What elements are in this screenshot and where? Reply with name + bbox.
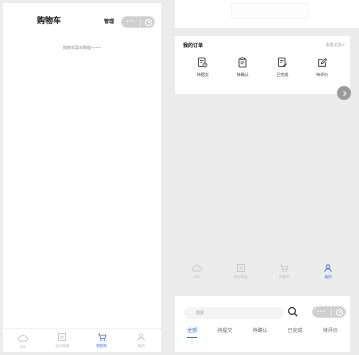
close-miniprogram-icon[interactable]	[145, 18, 152, 26]
search-placeholder: 搜索	[196, 310, 204, 315]
order-status-pending-submit[interactable]: 待提交	[188, 57, 218, 78]
more-menu-button[interactable]: •••	[124, 17, 136, 27]
user-icon	[324, 263, 332, 272]
design-icon	[236, 263, 245, 272]
pending-submit-icon	[198, 57, 208, 68]
orders-title: 我的订单	[183, 43, 204, 49]
tab-label: 购物车	[96, 344, 108, 348]
my-orders-card: 我的订单 查看全部> 待提交 待确认 已完成 待评价	[175, 36, 350, 94]
more-menu-button[interactable]: •••	[315, 307, 327, 317]
clipboard-icon	[238, 57, 247, 68]
tab-completed[interactable]: 已完成	[288, 327, 303, 338]
order-status-to-review[interactable]: 待评价	[307, 57, 337, 78]
search-icon[interactable]	[287, 306, 299, 318]
close-miniprogram-icon[interactable]	[336, 308, 343, 316]
review-edit-icon	[317, 58, 327, 67]
tab-label: 设计商品	[55, 344, 70, 348]
top-panel	[175, 0, 359, 28]
cart-icon	[97, 333, 106, 341]
tab-label: 购物车	[279, 274, 290, 279]
tab-all[interactable]: 全部	[187, 327, 198, 338]
order-status-label: 待评价	[316, 72, 329, 77]
order-status-label: 待确认	[236, 72, 249, 77]
tab-design[interactable]: 设计商品	[47, 332, 77, 349]
tab-mine[interactable]: 我的	[126, 332, 156, 349]
tab-design[interactable]: 设计商品	[226, 263, 256, 280]
floating-arrow-button[interactable]	[337, 86, 351, 100]
tab-diy[interactable]: DIY	[182, 263, 212, 279]
tab-label: 我的	[137, 344, 145, 348]
tab-diy[interactable]: DIY	[8, 333, 38, 349]
user-icon	[137, 333, 145, 341]
order-status-pending-confirm[interactable]: 待确认	[228, 57, 258, 78]
tab-label: DIY	[19, 344, 26, 349]
order-status-completed[interactable]: 已完成	[267, 57, 297, 78]
cloud-icon	[191, 264, 202, 272]
order-list-header: 搜索 ••• 全部 待提交 待确认 已完成 待评价	[175, 296, 350, 352]
header-placeholder	[231, 3, 309, 19]
tab-cart[interactable]: 购物车	[269, 263, 299, 280]
tab-to-review[interactable]: 待评价	[323, 327, 338, 338]
view-all-orders-link[interactable]: 查看全部>	[326, 42, 345, 48]
tab-label: DIY	[193, 275, 200, 279]
tab-cart[interactable]: 购物车	[87, 332, 117, 349]
completed-doc-icon	[277, 57, 287, 67]
capsule-divider	[331, 308, 332, 316]
cart-page: 购物车 管理 ••• 购物车暂未数据~~~ DIY 设计商品 购物车 我的	[3, 3, 161, 352]
capsule-divider	[140, 18, 141, 26]
page-title: 购物车	[37, 16, 61, 25]
cart-empty-text: 购物车暂未数据~~~	[62, 45, 102, 50]
cart-icon	[280, 264, 289, 272]
order-filter-tabs: 全部 待提交 待确认 已完成 待评价	[175, 327, 350, 338]
order-status-label: 待提交	[196, 72, 209, 77]
bottom-tabbar: DIY 设计商品 购物车 我的	[3, 328, 161, 352]
search-input[interactable]: 搜索	[184, 307, 284, 319]
order-status-row: 待提交 待确认 已完成 待评价	[175, 57, 350, 78]
design-icon	[58, 333, 67, 341]
miniprogram-capsule: •••	[121, 16, 155, 28]
order-status-label: 已完成	[276, 72, 289, 77]
tab-label: 设计商品	[233, 274, 248, 279]
chevron-right-icon	[342, 90, 347, 96]
cloud-icon	[17, 334, 28, 341]
tab-pending-confirm[interactable]: 待确认	[252, 327, 267, 338]
content-background	[175, 94, 350, 284]
tab-pending-submit[interactable]: 待提交	[217, 327, 232, 338]
tab-mine[interactable]: 我的	[313, 263, 343, 280]
miniprogram-capsule: •••	[312, 306, 346, 318]
bottom-tabbar-mine: DIY 设计商品 购物车 我的	[175, 257, 350, 285]
cart-header: 购物车 管理 •••	[3, 3, 161, 43]
manage-button[interactable]: 管理	[104, 18, 114, 25]
tab-label: 我的	[324, 274, 332, 279]
